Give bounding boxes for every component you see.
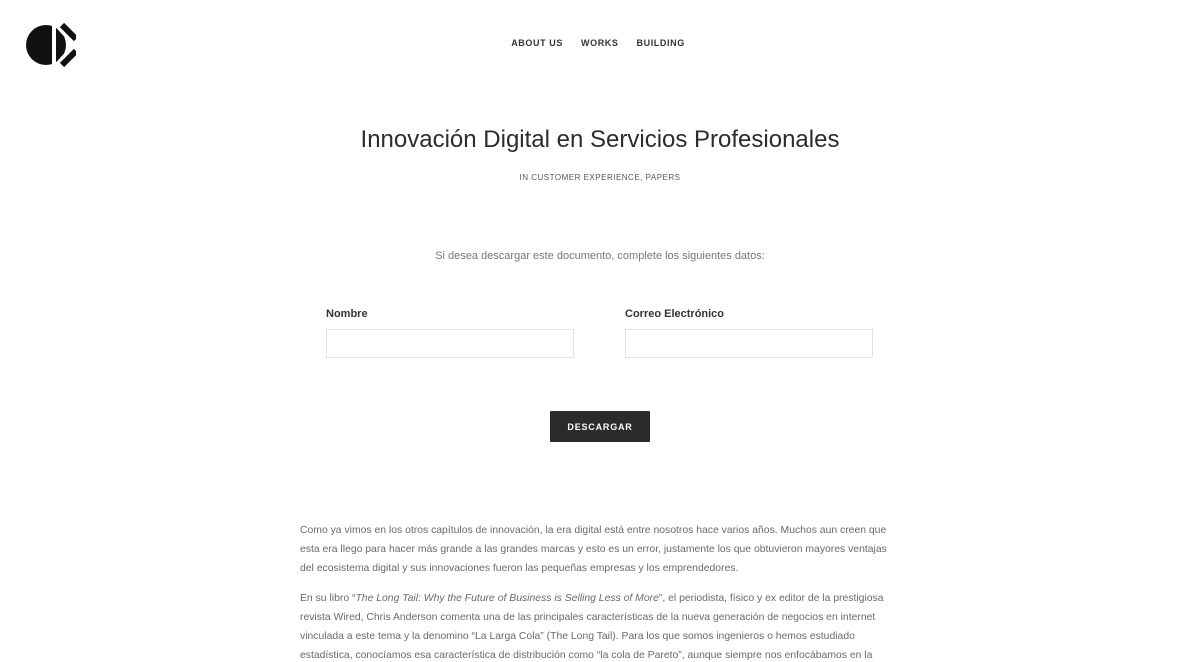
article-paragraph: Como ya vimos en los otros capítulos de … (300, 525, 887, 574)
download-button[interactable]: DESCARGAR (550, 411, 650, 442)
page-title: Innovación Digital en Servicios Profesio… (360, 126, 840, 153)
book-title: The Long Tail: Why the Future of Busines… (355, 593, 659, 604)
email-label: Correo Electrónico (625, 308, 725, 320)
article-text: En su libro “ (300, 593, 356, 604)
article-body: Como ya vimos en los otros capítulos de … (300, 521, 902, 662)
name-input[interactable] (326, 329, 574, 358)
main-nav: ABOUT US WORKS BUILDING (0, 38, 1200, 48)
email-input[interactable] (625, 329, 873, 358)
post-categories: IN CUSTOMER EXPERIENCE, PAPERS (519, 173, 681, 182)
nav-item-building[interactable]: BUILDING (637, 38, 685, 48)
name-field-group: Nombre (326, 308, 574, 358)
nav-item-works[interactable]: WORKS (581, 38, 619, 48)
form-intro: Si desea descargar este documento, compl… (435, 250, 765, 262)
nav-item-about-us[interactable]: ABOUT US (511, 38, 563, 48)
page: ABOUT US WORKS BUILDING Innovación Digit… (0, 0, 1200, 662)
name-label: Nombre (326, 308, 368, 320)
email-field-group: Correo Electrónico (625, 308, 873, 358)
article-paragraph: En su libro “The Long Tail: Why the Futu… (300, 589, 902, 662)
